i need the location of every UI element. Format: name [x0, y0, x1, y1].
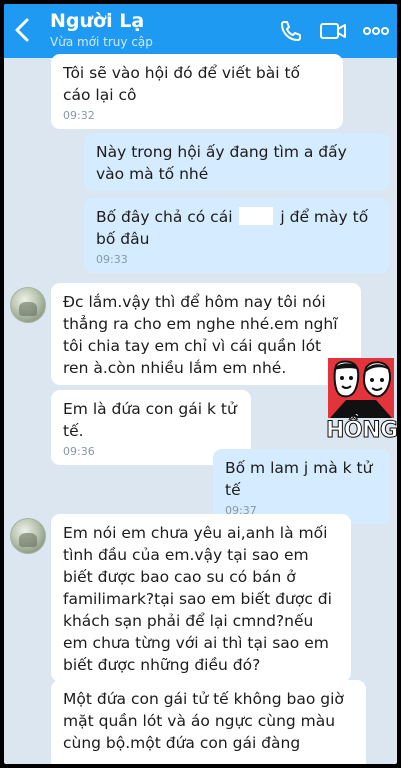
- avatar[interactable]: [10, 287, 46, 323]
- video-camera-icon[interactable]: [319, 19, 347, 43]
- message-text: Bố đây chả có cái j để mày tố bố đâu: [96, 206, 378, 250]
- message-incoming[interactable]: Tôi sẽ vào hội đó để viết bài tố cáo lại…: [51, 54, 343, 129]
- message-incoming[interactable]: Đc lắm.vậy thì để hôm nay tôi nói thẳng …: [51, 283, 361, 385]
- message-outgoing[interactable]: Bố m lam j mà k tử tế 09:37: [213, 449, 390, 524]
- message-text: Tôi sẽ vào hội đó để viết bài tố cáo lại…: [63, 64, 301, 104]
- message-text: Em nói em chưa yêu ai,anh là mối tình đầ…: [63, 524, 332, 674]
- message-text: Đc lắm.vậy thì để hôm nay tôi nói thẳng …: [63, 293, 338, 377]
- contact-name[interactable]: Người Lạ: [50, 10, 144, 32]
- message-text: Này trong hội ấy đang tìm a đấy vào mà t…: [96, 143, 347, 183]
- message-text: Bố m lam j mà k tử tế: [225, 459, 373, 499]
- message-text: Em là đứa con gái k tử tế.: [63, 400, 237, 440]
- contact-status: Vừa mới truy cập: [50, 35, 153, 49]
- message-outgoing[interactable]: Bố đây chả có cái j để mày tố bố đâu 09:…: [84, 198, 390, 273]
- chat-header: Người Lạ Vừa mới truy cập: [4, 4, 397, 58]
- message-incoming[interactable]: Một đứa con gái tử tế không bao giờ mặt …: [51, 680, 366, 764]
- message-incoming[interactable]: Em nói em chưa yêu ai,anh là mối tình đầ…: [51, 514, 351, 682]
- message-time: 09:33: [96, 253, 128, 266]
- redaction-box: [239, 207, 274, 225]
- message-text: Một đứa con gái tử tế không bao giờ mặt …: [63, 690, 344, 752]
- back-button[interactable]: [12, 17, 34, 43]
- watermark-text: HỒNG: [326, 418, 398, 444]
- message-text-part: Bố đây chả có cái: [96, 208, 233, 226]
- chat-screen: Người Lạ Vừa mới truy cập Tôi sẽ vào hội…: [4, 4, 397, 764]
- message-time: 09:32: [63, 109, 95, 122]
- avatar[interactable]: [10, 518, 46, 554]
- more-dots-icon[interactable]: [362, 19, 390, 43]
- phone-icon[interactable]: [279, 19, 303, 43]
- message-outgoing[interactable]: Này trong hội ấy đang tìm a đấy vào mà t…: [84, 133, 390, 191]
- watermark-logo: HỒNG: [326, 358, 398, 448]
